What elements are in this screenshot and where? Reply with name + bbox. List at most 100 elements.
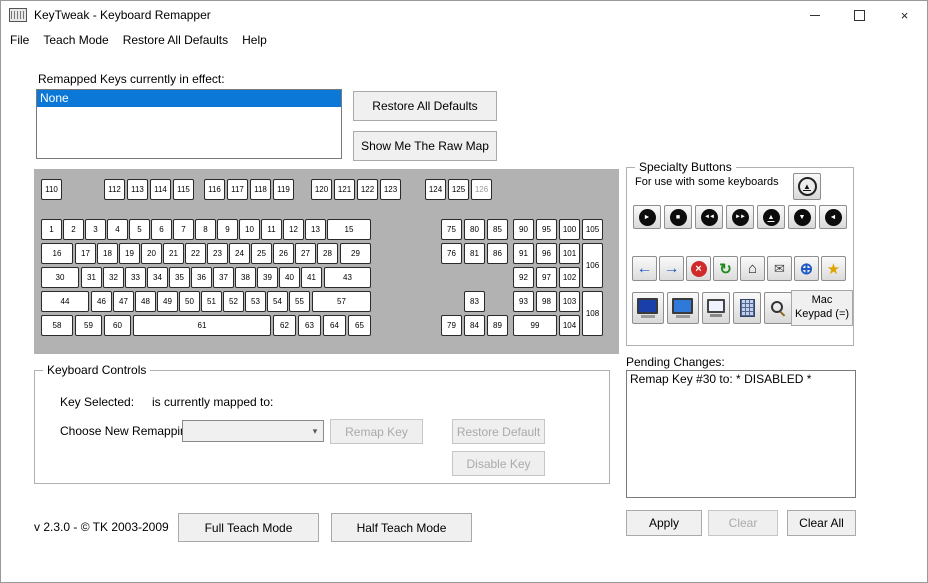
key-24[interactable]: 24 bbox=[229, 243, 250, 264]
half-teach-mode-button[interactable]: Half Teach Mode bbox=[331, 513, 472, 542]
maximize-button[interactable] bbox=[837, 1, 882, 29]
clear-all-button[interactable]: Clear All bbox=[787, 510, 856, 536]
mac-keypad-button[interactable]: Mac Keypad (=) bbox=[791, 290, 853, 326]
key-7[interactable]: 7 bbox=[173, 219, 194, 240]
key-29[interactable]: 29 bbox=[340, 243, 371, 264]
key-108[interactable]: 108 bbox=[582, 291, 603, 336]
key-95[interactable]: 95 bbox=[536, 219, 557, 240]
key-37[interactable]: 37 bbox=[213, 267, 234, 288]
key-83[interactable]: 83 bbox=[464, 291, 485, 312]
pending-changes-list[interactable]: Remap Key #30 to: * DISABLED * bbox=[626, 370, 856, 498]
remapped-keys-list[interactable]: None bbox=[36, 89, 342, 159]
key-15[interactable]: 15 bbox=[327, 219, 371, 240]
key-17[interactable]: 17 bbox=[75, 243, 96, 264]
menu-teach-mode[interactable]: Teach Mode bbox=[36, 31, 115, 49]
key-84[interactable]: 84 bbox=[464, 315, 485, 336]
key-122[interactable]: 122 bbox=[357, 179, 378, 200]
key-23[interactable]: 23 bbox=[207, 243, 228, 264]
key-80[interactable]: 80 bbox=[464, 219, 485, 240]
calculator-button[interactable] bbox=[733, 292, 761, 324]
remap-key-button[interactable]: Remap Key bbox=[330, 419, 423, 444]
key-3[interactable]: 3 bbox=[85, 219, 106, 240]
key-118[interactable]: 118 bbox=[250, 179, 271, 200]
key-34[interactable]: 34 bbox=[147, 267, 168, 288]
key-76[interactable]: 76 bbox=[441, 243, 462, 264]
stop-loading-button[interactable]: × bbox=[686, 256, 711, 281]
key-49[interactable]: 49 bbox=[157, 291, 178, 312]
menu-file[interactable]: File bbox=[3, 31, 36, 49]
key-18[interactable]: 18 bbox=[97, 243, 118, 264]
key-61[interactable]: 61 bbox=[133, 315, 271, 336]
apply-button[interactable]: Apply bbox=[626, 510, 702, 536]
key-25[interactable]: 25 bbox=[251, 243, 272, 264]
key-114[interactable]: 114 bbox=[150, 179, 171, 200]
menu-help[interactable]: Help bbox=[235, 31, 274, 49]
fast-forward-button[interactable]: ►► bbox=[726, 205, 754, 229]
key-12[interactable]: 12 bbox=[283, 219, 304, 240]
display-button[interactable] bbox=[702, 292, 730, 324]
key-21[interactable]: 21 bbox=[163, 243, 184, 264]
forward-button[interactable]: → bbox=[659, 256, 684, 281]
key-102[interactable]: 102 bbox=[559, 267, 580, 288]
key-90[interactable]: 90 bbox=[513, 219, 534, 240]
mail-button[interactable]: ✉ bbox=[767, 256, 792, 281]
key-5[interactable]: 5 bbox=[129, 219, 150, 240]
key-2[interactable]: 2 bbox=[63, 219, 84, 240]
key-40[interactable]: 40 bbox=[279, 267, 300, 288]
key-30[interactable]: 30 bbox=[41, 267, 79, 288]
key-101[interactable]: 101 bbox=[559, 243, 580, 264]
rewind-button[interactable]: ◄◄ bbox=[695, 205, 723, 229]
key-110[interactable]: 110 bbox=[41, 179, 62, 200]
key-26[interactable]: 26 bbox=[273, 243, 294, 264]
key-50[interactable]: 50 bbox=[179, 291, 200, 312]
key-85[interactable]: 85 bbox=[487, 219, 508, 240]
key-47[interactable]: 47 bbox=[113, 291, 134, 312]
key-119[interactable]: 119 bbox=[273, 179, 294, 200]
key-51[interactable]: 51 bbox=[201, 291, 222, 312]
key-121[interactable]: 121 bbox=[334, 179, 355, 200]
key-124[interactable]: 124 bbox=[425, 179, 446, 200]
key-99[interactable]: 99 bbox=[513, 315, 557, 336]
menu-restore-all-defaults[interactable]: Restore All Defaults bbox=[116, 31, 235, 49]
key-36[interactable]: 36 bbox=[191, 267, 212, 288]
minimize-button[interactable] bbox=[792, 1, 837, 29]
key-39[interactable]: 39 bbox=[257, 267, 278, 288]
key-22[interactable]: 22 bbox=[185, 243, 206, 264]
my-computer-2-button[interactable] bbox=[667, 292, 699, 324]
refresh-button[interactable]: ↻ bbox=[713, 256, 738, 281]
key-117[interactable]: 117 bbox=[227, 179, 248, 200]
key-57[interactable]: 57 bbox=[312, 291, 371, 312]
disable-key-button[interactable]: Disable Key bbox=[452, 451, 545, 476]
key-98[interactable]: 98 bbox=[536, 291, 557, 312]
key-28[interactable]: 28 bbox=[317, 243, 338, 264]
key-32[interactable]: 32 bbox=[103, 267, 124, 288]
play-button[interactable]: ► bbox=[633, 205, 661, 229]
key-86[interactable]: 86 bbox=[487, 243, 508, 264]
key-113[interactable]: 113 bbox=[127, 179, 148, 200]
key-19[interactable]: 19 bbox=[119, 243, 140, 264]
key-33[interactable]: 33 bbox=[125, 267, 146, 288]
stop-button[interactable]: ■ bbox=[664, 205, 692, 229]
web-button[interactable]: ⊕ bbox=[794, 256, 819, 281]
key-58[interactable]: 58 bbox=[41, 315, 73, 336]
key-64[interactable]: 64 bbox=[323, 315, 346, 336]
key-112[interactable]: 112 bbox=[104, 179, 125, 200]
key-63[interactable]: 63 bbox=[298, 315, 321, 336]
key-100[interactable]: 100 bbox=[559, 219, 580, 240]
key-97[interactable]: 97 bbox=[536, 267, 557, 288]
key-11[interactable]: 11 bbox=[261, 219, 282, 240]
key-79[interactable]: 79 bbox=[441, 315, 462, 336]
home-button[interactable]: ⌂ bbox=[740, 256, 765, 281]
key-31[interactable]: 31 bbox=[81, 267, 102, 288]
key-115[interactable]: 115 bbox=[173, 179, 194, 200]
full-teach-mode-button[interactable]: Full Teach Mode bbox=[178, 513, 319, 542]
key-8[interactable]: 8 bbox=[195, 219, 216, 240]
key-38[interactable]: 38 bbox=[235, 267, 256, 288]
key-125[interactable]: 125 bbox=[448, 179, 469, 200]
key-16[interactable]: 16 bbox=[41, 243, 73, 264]
key-105[interactable]: 105 bbox=[582, 219, 603, 240]
key-10[interactable]: 10 bbox=[239, 219, 260, 240]
key-92[interactable]: 92 bbox=[513, 267, 534, 288]
key-27[interactable]: 27 bbox=[295, 243, 316, 264]
key-126[interactable]: 126 bbox=[471, 179, 492, 200]
